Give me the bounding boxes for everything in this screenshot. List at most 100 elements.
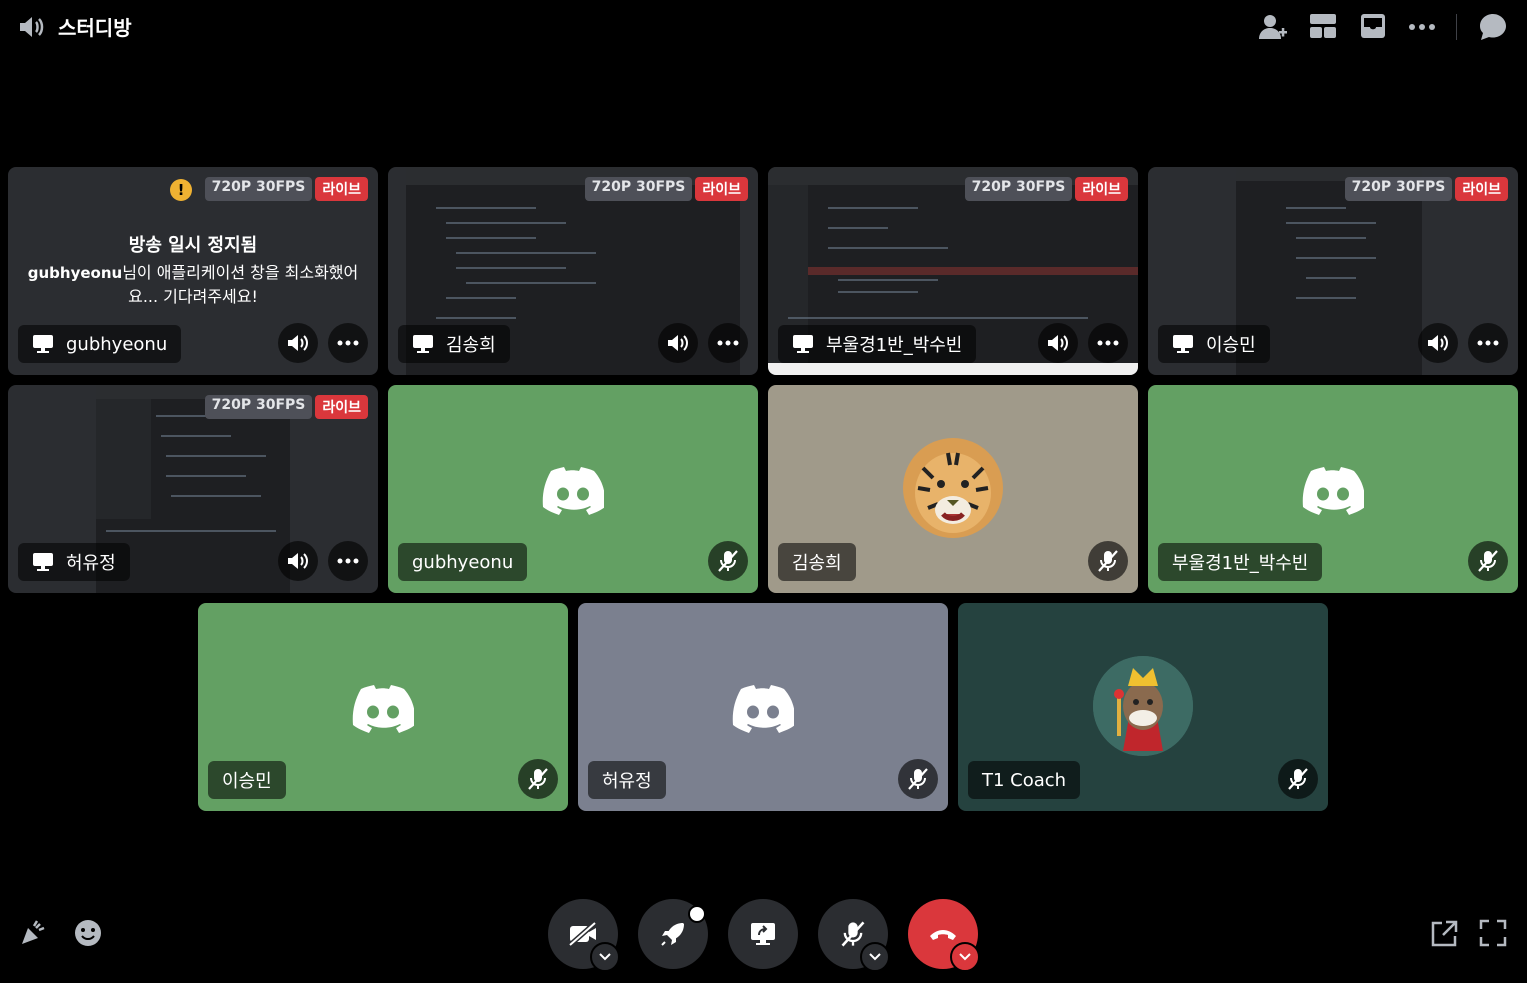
paused-text: 님이 애플리케이션 창을 최소화했어요... 기다려주세요! [122, 263, 359, 306]
chat-icon[interactable] [1478, 12, 1508, 42]
stream-user-name: 허유정 [66, 553, 116, 574]
pop-out-icon[interactable] [1429, 919, 1459, 949]
live-badge: 라이브 [315, 177, 368, 201]
hang-up-icon [930, 930, 956, 940]
taskbar [768, 363, 1138, 375]
stream-more-button[interactable] [708, 323, 748, 363]
participant-name: 허유정 [602, 771, 652, 792]
live-badge: 라이브 [315, 395, 368, 419]
stream-more-button[interactable] [328, 323, 368, 363]
volume-icon [1048, 335, 1068, 351]
participant-tile-kim[interactable]: 김송희 [768, 385, 1138, 593]
more-icon [337, 340, 359, 346]
volume-icon [668, 335, 688, 351]
stream-more-button[interactable] [1088, 323, 1128, 363]
participant-name-pill: gubhyeonu [398, 543, 528, 581]
warning-icon: ! [170, 179, 192, 201]
fullscreen-icon[interactable] [1479, 919, 1507, 947]
voice-channel-icon [20, 17, 44, 37]
stream-tile-gubhyeonu[interactable]: ! 720P 30FPS 라이브 방송 일시 정지됨 gubhyeonu님이 애… [8, 167, 378, 375]
participant-name-pill: 허유정 [588, 761, 666, 799]
stream-badges: 720P 30FPS 라이브 [204, 177, 368, 201]
more-icon [717, 340, 739, 346]
mic-muted-icon [1288, 768, 1308, 790]
more-icon [1097, 340, 1119, 346]
screen-share-icon [33, 335, 53, 353]
participant-name: T1 Coach [982, 769, 1067, 791]
inbox-icon[interactable] [1359, 12, 1387, 40]
volume-icon [1428, 335, 1448, 351]
stream-more-button[interactable] [328, 541, 368, 581]
participant-name-pill: T1 Coach [968, 761, 1081, 799]
stream-name-pill: gubhyeonu [18, 325, 182, 363]
quality-badge: 720P 30FPS [204, 177, 313, 201]
stream-user-name: 이승민 [1206, 335, 1256, 356]
mute-indicator [708, 541, 748, 581]
stream-tile-lee[interactable]: 720P 30FPS 라이브 이승민 [1148, 167, 1518, 375]
stream-tile-heo[interactable]: 720P 30FPS 라이브 허유정 [8, 385, 378, 593]
stream-badges: 720P 30FPS 라이브 [204, 395, 368, 419]
volume-button[interactable] [278, 541, 318, 581]
emoji-icon[interactable] [73, 918, 103, 948]
participant-name-pill: 부울경1반_박수빈 [1158, 543, 1323, 581]
more-icon[interactable] [1407, 12, 1437, 40]
paused-title: 방송 일시 정지됨 [128, 235, 258, 256]
paused-message: gubhyeonu님이 애플리케이션 창을 최소화했어요... 기다려주세요! [14, 261, 372, 308]
volume-icon [288, 553, 308, 569]
mic-muted-icon [908, 768, 928, 790]
participant-tile-park[interactable]: 부울경1반_박수빈 [1148, 385, 1518, 593]
volume-button[interactable] [1418, 323, 1458, 363]
microphone-options-chevron[interactable] [860, 942, 890, 972]
disconnect-options-chevron[interactable] [950, 942, 980, 972]
share-screen-button[interactable] [728, 899, 798, 969]
stream-tile-kim[interactable]: 720P 30FPS 라이브 김송희 [388, 167, 758, 375]
mic-muted-icon [718, 550, 738, 572]
more-icon [337, 558, 359, 564]
participant-name: 부울경1반_박수빈 [1172, 553, 1309, 574]
camera-options-chevron[interactable] [590, 942, 620, 972]
paused-user: gubhyeonu [27, 264, 123, 282]
stream-more-button[interactable] [1468, 323, 1508, 363]
quality-badge: 720P 30FPS [1344, 177, 1453, 201]
stream-user-name: gubhyeonu [66, 333, 168, 355]
share-screen-icon [751, 923, 775, 945]
volume-icon [288, 335, 308, 351]
grid-layout-icon[interactable] [1309, 12, 1337, 40]
highlight-line [808, 267, 1138, 275]
tiger-avatar [903, 438, 1003, 538]
stream-user-name: 김송희 [446, 335, 496, 356]
soundboard-icon[interactable] [18, 918, 48, 948]
mute-indicator [518, 759, 558, 799]
mic-muted-icon [1478, 550, 1498, 572]
screen-share-icon [1173, 335, 1193, 353]
chevron-down-icon [959, 953, 971, 961]
discord-logo-icon [1302, 467, 1364, 515]
mute-indicator [1088, 541, 1128, 581]
participant-tile-lee[interactable]: 이승민 [198, 603, 568, 811]
ide-sidebar [96, 399, 151, 519]
participant-tile-gubhyeonu[interactable]: gubhyeonu [388, 385, 758, 593]
volume-button[interactable] [278, 323, 318, 363]
mic-muted-icon [528, 768, 548, 790]
stream-tile-park[interactable]: 720P 30FPS 라이브 부울경1반_박수빈 [768, 167, 1138, 375]
add-friend-icon[interactable] [1258, 12, 1288, 42]
participant-tile-heo[interactable]: 허유정 [578, 603, 948, 811]
channel-title: 스터디방 [58, 16, 132, 40]
stream-badges: 720P 30FPS 라이브 [584, 177, 748, 201]
volume-button[interactable] [658, 323, 698, 363]
chevron-down-icon [599, 953, 611, 961]
mic-muted-icon [1098, 550, 1118, 572]
participant-name-pill: 김송희 [778, 543, 856, 581]
stream-badges: 720P 30FPS 라이브 [964, 177, 1128, 201]
participant-tile-t1coach[interactable]: T1 Coach [958, 603, 1328, 811]
live-badge: 라이브 [1075, 177, 1128, 201]
screen-share-icon [413, 335, 433, 353]
participant-name-pill: 이승민 [208, 761, 286, 799]
volume-button[interactable] [1038, 323, 1078, 363]
screen-share-icon [793, 335, 813, 353]
notification-dot [688, 905, 706, 923]
stream-name-pill: 이승민 [1158, 325, 1270, 363]
mute-indicator [1278, 759, 1318, 799]
top-bar: 스터디방 [0, 0, 1527, 54]
quality-badge: 720P 30FPS [964, 177, 1073, 201]
